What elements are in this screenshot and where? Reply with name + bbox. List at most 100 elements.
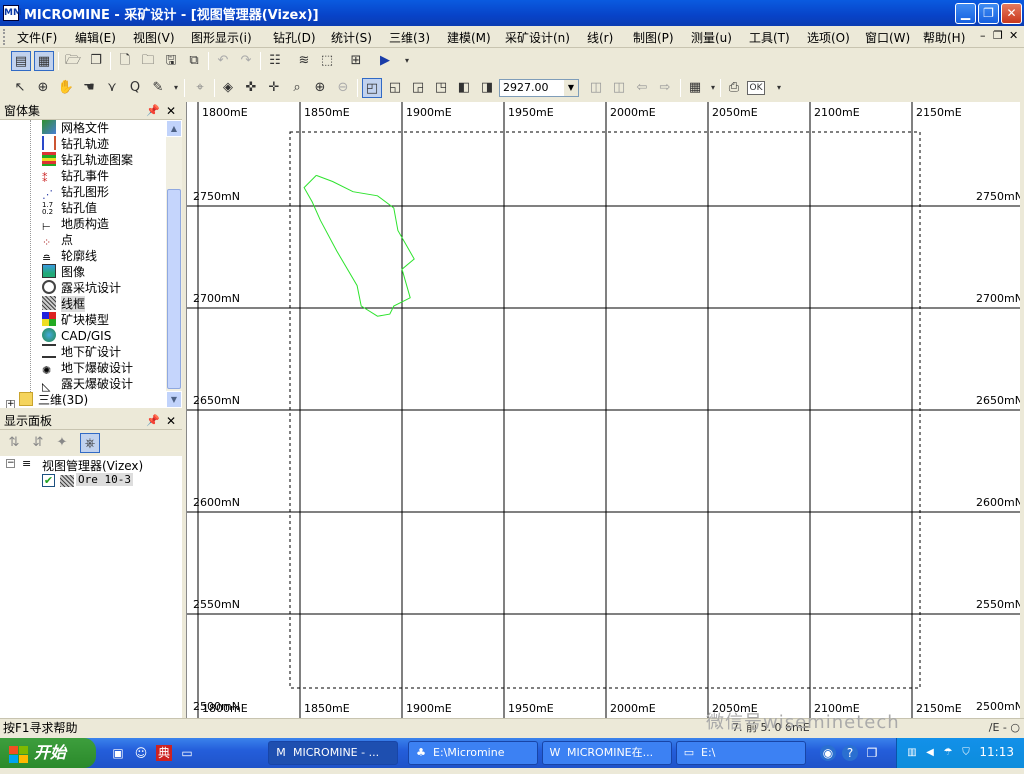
grid-icon[interactable]: ▦: [685, 78, 705, 98]
vizex-viewport[interactable]: 1800mE 1800mE 1850mE 1850mE 1900mE 1900mE 1950…: [186, 102, 1020, 718]
zoom-icon[interactable]: ⊕: [33, 78, 53, 98]
display-layers-icon[interactable]: ⎈: [80, 433, 100, 453]
save-all-icon[interactable]: ⧉: [184, 51, 204, 71]
restore-button[interactable]: ❐: [978, 3, 999, 24]
plan-view-canvas[interactable]: 1800mE1800mE1850mE1850mE1900mE1900mE1950…: [187, 102, 1020, 718]
network-icon[interactable]: ▥: [905, 746, 919, 760]
sort-az-icon[interactable]: ⇅: [4, 433, 24, 453]
query-icon[interactable]: Q: [125, 78, 145, 98]
elevation-combo[interactable]: 2927.00 ▼: [499, 79, 579, 97]
quicklaunch-face-icon[interactable]: ☺: [133, 745, 149, 761]
quicklaunch-desktop-icon[interactable]: ▭: [179, 745, 195, 761]
menu-plot[interactable]: 制图(P): [633, 29, 674, 46]
title-bar[interactable]: MM MICROMINE - 采矿设计 - [视图管理器(Vizex)] ▁ ❐…: [0, 0, 1024, 26]
properties-icon[interactable]: ☷: [265, 51, 285, 71]
tree-item-points[interactable]: ⁘ 点: [42, 232, 73, 249]
scroll-thumb[interactable]: [167, 189, 181, 389]
rotate-hand-icon[interactable]: ☚: [79, 78, 99, 98]
menu-file[interactable]: 文件(F): [17, 29, 57, 46]
pin-icon[interactable]: 📌: [146, 412, 160, 430]
menu-modeling[interactable]: 建模(M): [447, 29, 491, 46]
tree-item-structure[interactable]: ⊢ 地质构造: [42, 216, 109, 233]
task-explorer-micromine[interactable]: ♣ E:\Micromine: [408, 741, 538, 765]
task-micromine[interactable]: M MICROMINE - ...: [268, 741, 398, 765]
close-button[interactable]: ✕: [1001, 3, 1022, 24]
menu-options[interactable]: 选项(O): [807, 29, 850, 46]
expand-plus-icon[interactable]: +: [6, 400, 15, 408]
tree-item-wireframe[interactable]: 线框: [42, 296, 86, 312]
menu-line[interactable]: 线(r): [587, 29, 613, 46]
table-icon[interactable]: ⊞: [346, 51, 366, 71]
tree-item-ug-blast[interactable]: ✺ 地下爆破设计: [42, 360, 133, 377]
tree-item-ug-design[interactable]: 地下矿设计: [42, 344, 121, 360]
section-view-icon[interactable]: ◱: [385, 78, 405, 98]
tree-item-cad-gis[interactable]: CAD/GIS: [42, 328, 111, 344]
open-folder-icon[interactable]: 🗁: [63, 51, 83, 71]
menu-mine-design[interactable]: 采矿设计(n): [505, 29, 570, 46]
menu-3d[interactable]: 三维(3): [389, 29, 430, 46]
close-icon[interactable]: ✕: [166, 102, 176, 120]
mdi-minimize-icon[interactable]: –: [980, 29, 986, 42]
task-word-doc[interactable]: W MICROMINE在...: [542, 741, 672, 765]
copy-window-icon[interactable]: ❐: [86, 51, 106, 71]
open-file-icon[interactable]: 🗀: [138, 51, 158, 71]
scroll-down-icon[interactable]: ▼: [166, 391, 182, 408]
toolbar-overflow-icon[interactable]: ▾: [769, 78, 789, 98]
menu-stats[interactable]: 统计(S): [331, 29, 372, 46]
display-toggle-icon[interactable]: ▦: [34, 51, 54, 71]
print-preview-icon[interactable]: ⎙: [724, 78, 744, 98]
layers-icon[interactable]: ≋: [294, 51, 314, 71]
tree-item-drill-pattern[interactable]: 钻孔轨迹图案: [42, 152, 133, 168]
menu-drillhole[interactable]: 钻孔(D): [273, 29, 316, 46]
sort-star-icon[interactable]: ✦: [52, 433, 72, 453]
select-pointer-icon[interactable]: ↖: [10, 78, 30, 98]
tree-item-pit-design[interactable]: 露采坑设计: [42, 280, 121, 296]
new-file-icon[interactable]: 🗋: [115, 51, 135, 71]
minimize-button[interactable]: ▁: [955, 3, 976, 24]
start-button[interactable]: 开始: [0, 738, 96, 768]
quicklaunch-word-icon[interactable]: ▣: [110, 745, 126, 761]
tree-folder-3d[interactable]: + 三维(3D): [6, 392, 88, 408]
tree-item-image[interactable]: 图像: [42, 264, 85, 280]
umbrella-icon[interactable]: ☂: [941, 746, 955, 760]
menu-help[interactable]: 帮助(H): [923, 29, 965, 46]
menu-edit[interactable]: 编辑(E): [75, 29, 116, 46]
digitize-dropdown-icon[interactable]: ▾: [166, 78, 186, 98]
menu-display[interactable]: 图形显示(i): [191, 29, 252, 46]
sort-za-icon[interactable]: ⇵: [28, 433, 48, 453]
shield-icon[interactable]: ⛉: [959, 746, 973, 760]
view-3d-icon[interactable]: ◳: [431, 78, 451, 98]
mdi-close-icon[interactable]: ✕: [1009, 29, 1018, 42]
zoom-out-icon[interactable]: ⊖: [333, 78, 353, 98]
center-icon[interactable]: ✛: [264, 78, 284, 98]
layer-label[interactable]: Ore 10-3: [76, 473, 133, 486]
tree-item-op-blast[interactable]: ◺ 露天爆破设计: [42, 376, 133, 393]
task-drive-e[interactable]: ▭ E:\: [676, 741, 806, 765]
menu-view[interactable]: 视图(V): [133, 29, 175, 46]
menu-grip[interactable]: [3, 29, 6, 45]
collapse-minus-icon[interactable]: −: [6, 459, 15, 468]
zoom-in-icon[interactable]: ⊕: [310, 78, 330, 98]
tree-item-strings[interactable]: ≘ 轮廓线: [42, 248, 97, 265]
forms-scrollbar[interactable]: ▲ ▼: [166, 120, 182, 408]
app-icon[interactable]: MM: [3, 5, 22, 21]
snap-icon[interactable]: ⋎: [102, 78, 122, 98]
scroll-up-icon[interactable]: ▲: [166, 120, 182, 137]
menu-survey[interactable]: 测量(u): [691, 29, 732, 46]
tree-item-drill-event[interactable]: ⁑ 钻孔事件: [42, 168, 109, 185]
erase-icon[interactable]: ◈: [218, 78, 238, 98]
tray-notify-icon[interactable]: ❐: [864, 745, 880, 761]
step-forward-icon[interactable]: ◫: [609, 78, 629, 98]
measure-icon[interactable]: ⌖: [190, 78, 210, 98]
step-back-icon[interactable]: ◫: [586, 78, 606, 98]
arrow-left-icon[interactable]: ⇦: [632, 78, 652, 98]
plan-view-icon[interactable]: ◰: [362, 78, 382, 98]
close-icon[interactable]: ✕: [166, 412, 176, 430]
extent-icon[interactable]: ✜: [241, 78, 261, 98]
pan-hand-icon[interactable]: ✋: [56, 78, 76, 98]
digitize-icon[interactable]: ✎: [148, 78, 168, 98]
toolbar-overflow-icon[interactable]: ▾: [397, 51, 417, 71]
macro-icon[interactable]: ▶: [375, 51, 395, 71]
tree-item-drill-trace[interactable]: 钻孔轨迹: [42, 136, 109, 152]
arrow-right-icon[interactable]: ⇨: [655, 78, 675, 98]
